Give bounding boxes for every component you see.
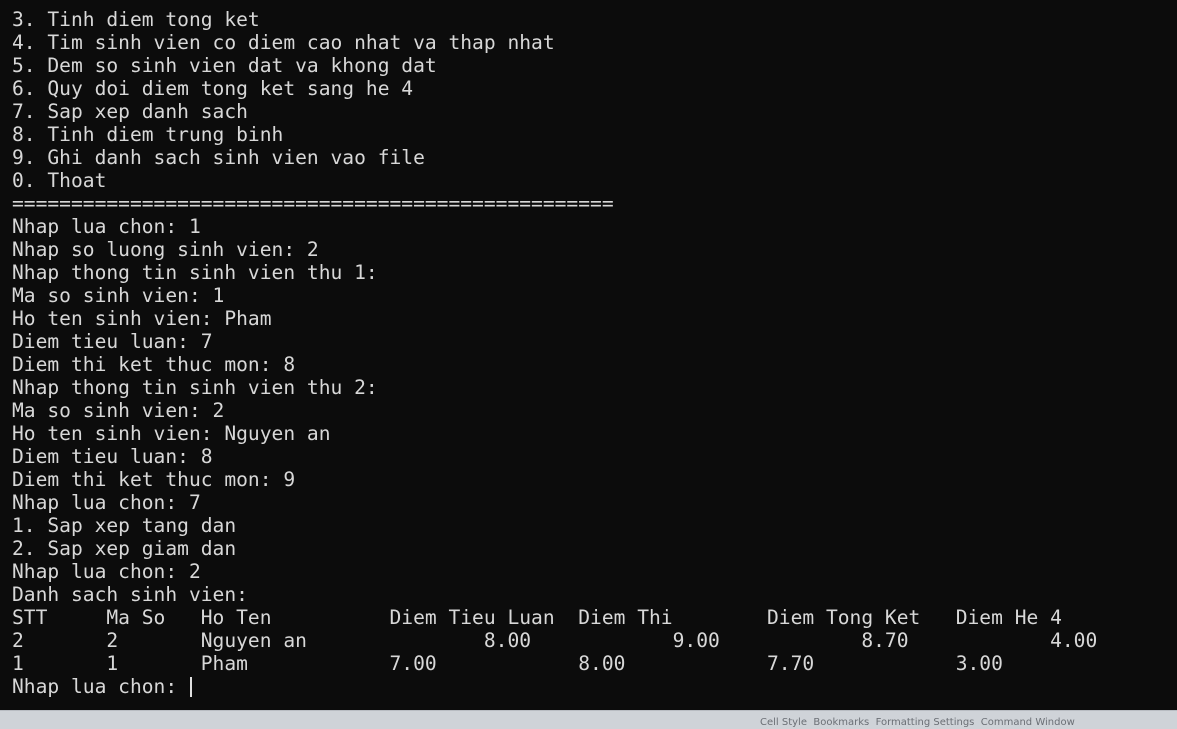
output-line: Nhap lua chon: 7 — [12, 491, 201, 514]
output-line: Diem thi ket thuc mon: 9 — [12, 468, 296, 491]
text-cursor — [189, 677, 192, 697]
output-line: 2. Sap xep giam dan — [12, 537, 237, 560]
output-line: Ma so sinh vien: 1 — [12, 284, 225, 307]
menu-item: 8. Tinh diem trung binh — [12, 123, 284, 146]
menu-item: 7. Sap xep danh sach — [12, 100, 248, 123]
taskbar-labels: Cell Style Bookmarks Formatting Settings… — [760, 717, 1075, 728]
output-line: Ho ten sinh vien: Pham — [12, 307, 272, 330]
output-line: Nhap so luong sinh vien: 2 — [12, 238, 319, 261]
output-line: Ho ten sinh vien: Nguyen an — [12, 422, 331, 445]
menu-item: 0. Thoat — [12, 169, 107, 192]
output-line: Nhap lua chon: 2 — [12, 560, 201, 583]
taskbar-strip: Cell Style Bookmarks Formatting Settings… — [0, 710, 1177, 728]
menu-item: 5. Dem so sinh vien dat va khong dat — [12, 54, 437, 77]
output-line: Diem tieu luan: 8 — [12, 445, 213, 468]
output-line: Diem tieu luan: 7 — [12, 330, 213, 353]
output-line: Nhap thong tin sinh vien thu 1: — [12, 261, 378, 284]
menu-item: 6. Quy doi diem tong ket sang he 4 — [12, 77, 414, 100]
output-line: Ma so sinh vien: 2 — [12, 399, 225, 422]
output-line: Diem thi ket thuc mon: 8 — [12, 353, 296, 376]
output-line: Nhap thong tin sinh vien thu 2: — [12, 376, 378, 399]
output-line: 1. Sap xep tang dan — [12, 514, 237, 537]
terminal-output: 3. Tinh diem tong ket 4. Tim sinh vien c… — [12, 8, 1097, 698]
separator-line: ========================================… — [12, 192, 614, 215]
menu-item: 9. Ghi danh sach sinh vien vao file — [12, 146, 425, 169]
output-line: Danh sach sinh vien: — [12, 583, 248, 606]
table-row: 1 1 Pham 7.00 8.00 7.70 3.00 — [12, 652, 1003, 675]
prompt-text: Nhap lua chon: — [12, 675, 189, 698]
input-line[interactable]: Nhap lua chon: — [12, 675, 1097, 698]
output-line: Nhap lua chon: 1 — [12, 215, 201, 238]
table-row: 2 2 Nguyen an 8.00 9.00 8.70 4.00 — [12, 629, 1098, 652]
menu-item: 3. Tinh diem tong ket — [12, 8, 260, 31]
terminal-window[interactable]: 3. Tinh diem tong ket 4. Tim sinh vien c… — [0, 0, 1177, 710]
menu-item: 4. Tim sinh vien co diem cao nhat va tha… — [12, 31, 555, 54]
table-header: STT Ma So Ho Ten Diem Tieu Luan Diem Thi… — [12, 606, 1062, 629]
